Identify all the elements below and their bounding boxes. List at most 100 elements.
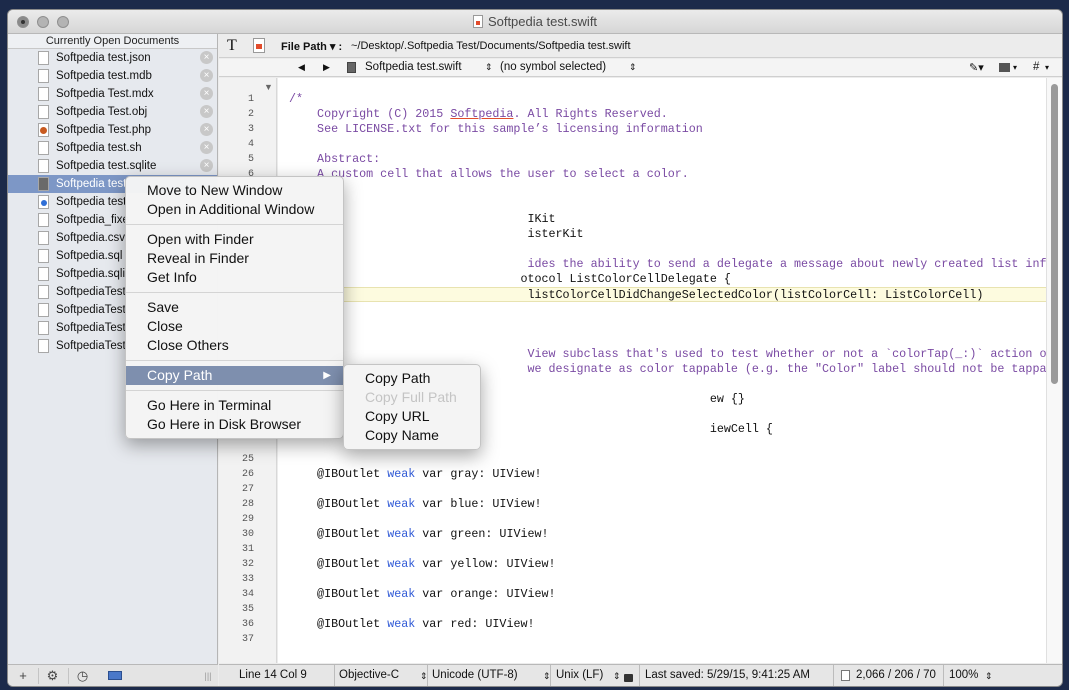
stack-chevron-icon[interactable]: ▾ (1013, 63, 1017, 72)
file-item[interactable]: Softpedia Test.php × (8, 121, 217, 139)
file-item[interactable]: Softpedia test.sh × (8, 139, 217, 157)
encoding-popup[interactable]: Unicode (UTF-8) (432, 669, 518, 681)
code-line[interactable]: ides the ability to send a delegate a me… (278, 257, 1046, 272)
menu-separator (126, 224, 343, 225)
code-line[interactable] (278, 572, 1046, 587)
zoom-chevron-icon[interactable]: ⇕ (985, 671, 993, 682)
pen-icon[interactable]: ✎▾ (969, 61, 984, 74)
file-item[interactable]: Softpedia test.mdb × (8, 67, 217, 85)
menu-item[interactable]: Get Info (126, 268, 343, 287)
view-toggle-icon[interactable] (106, 668, 124, 684)
swift-file-icon (347, 62, 356, 73)
file-name: Softpedia Test.obj (56, 106, 148, 118)
menu-item[interactable]: Move to New Window (126, 181, 343, 200)
code-line[interactable] (278, 317, 1046, 332)
line-number: 4 (247, 139, 254, 150)
code-line[interactable] (278, 482, 1046, 497)
code-line[interactable]: Copyright (C) 2015 Softpedia. All Rights… (278, 107, 1046, 122)
lock-icon[interactable] (624, 674, 633, 682)
text-tool-icon[interactable]: T (227, 37, 237, 55)
resize-grip-icon[interactable]: ||| (202, 668, 214, 684)
menu-item-label: Move to New Window (147, 182, 283, 198)
symbol-popup-chevron-icon[interactable]: ⇕ (629, 62, 637, 73)
code-line[interactable] (278, 137, 1046, 152)
close-document-icon[interactable]: × (200, 51, 213, 64)
code-line[interactable] (278, 452, 1046, 467)
code-line[interactable] (278, 182, 1046, 197)
file-name: Softpedia test (56, 196, 127, 208)
menu-item[interactable]: Go Here in Disk Browser (126, 415, 343, 434)
code-line[interactable] (278, 332, 1046, 347)
code-line[interactable] (278, 602, 1046, 617)
file-icon (38, 123, 49, 137)
code-line[interactable] (278, 302, 1046, 317)
symbol-popup[interactable]: (no symbol selected) (500, 61, 606, 73)
file-icon (38, 213, 49, 227)
add-document-button[interactable]: + (16, 668, 30, 684)
hash-chevron-icon[interactable]: ▾ (1045, 63, 1049, 72)
file-item[interactable]: Softpedia Test.obj × (8, 103, 217, 121)
zoom-level[interactable]: 100% (949, 669, 978, 681)
code-line[interactable] (278, 632, 1046, 647)
file-path-menu[interactable]: File Path ▾ : (281, 40, 342, 53)
vertical-scrollbar[interactable] (1046, 78, 1062, 663)
close-document-icon[interactable]: × (200, 69, 213, 82)
menu-item[interactable]: Copy Path ▶ (126, 366, 343, 385)
close-document-icon[interactable]: × (200, 87, 213, 100)
file-popup[interactable]: Softpedia test.swift (365, 61, 462, 73)
code-line[interactable]: See LICENSE.txt for this sample’s licens… (278, 122, 1046, 137)
back-arrow-icon[interactable]: ◀ (298, 62, 305, 73)
code-line[interactable]: @IBOutlet weak var red: UIView! (278, 617, 1046, 632)
code-line[interactable]: @IBOutlet weak var blue: UIView! (278, 497, 1046, 512)
submenu-item[interactable]: Copy Path (344, 369, 480, 388)
code-line[interactable]: @IBOutlet weak var orange: UIView! (278, 587, 1046, 602)
code-line[interactable] (278, 542, 1046, 557)
code-line[interactable]: A custom cell that allows the user to se… (278, 167, 1046, 182)
code-line[interactable]: View subclass that's used to test whethe… (278, 347, 1046, 362)
code-line[interactable]: otocol ListColorCellDelegate { (278, 272, 1046, 287)
menu-item[interactable]: Open with Finder (126, 230, 343, 249)
code-line[interactable]: @IBOutlet weak var yellow: UIView! (278, 557, 1046, 572)
code-line[interactable]: isterKit (278, 227, 1046, 242)
code-line[interactable]: /* (278, 92, 1046, 107)
code-line[interactable]: @IBOutlet weak var green: UIView! (278, 527, 1046, 542)
close-document-icon[interactable]: × (200, 159, 213, 172)
stack-icon[interactable] (999, 63, 1010, 72)
clock-icon[interactable]: ◷ (68, 668, 96, 684)
code-line[interactable]: @IBOutlet weak var gray: UIView! (278, 467, 1046, 482)
line-endings-chevron-icon[interactable]: ⇕ (613, 671, 621, 682)
code-line[interactable] (278, 512, 1046, 527)
file-item[interactable]: Softpedia test.sqlite × (8, 157, 217, 175)
close-document-icon[interactable]: × (200, 123, 213, 136)
hash-icon[interactable]: # (1033, 61, 1039, 73)
menu-item[interactable]: Go Here in Terminal (126, 396, 343, 415)
submenu-item[interactable]: Copy URL (344, 407, 480, 426)
file-popup-chevron-icon[interactable]: ⇕ (485, 62, 493, 73)
line-endings-popup[interactable]: Unix (LF) (556, 669, 603, 681)
submenu-item[interactable]: Copy Name (344, 426, 480, 445)
fold-triangle-icon[interactable]: ▼ (264, 82, 273, 92)
file-icon (38, 177, 49, 191)
menu-item[interactable]: Close (126, 317, 343, 336)
close-document-icon[interactable]: × (200, 105, 213, 118)
menu-item[interactable]: Reveal in Finder (126, 249, 343, 268)
line-number: 34 (241, 589, 254, 600)
code-line[interactable] (278, 242, 1046, 257)
language-popup[interactable]: Objective-C (339, 669, 399, 681)
file-item[interactable]: Softpedia Test.mdx × (8, 85, 217, 103)
gear-icon[interactable]: ⚙ (38, 668, 66, 684)
menu-item[interactable]: Open in Additional Window (126, 200, 343, 219)
file-item[interactable]: Softpedia test.json × (8, 49, 217, 67)
forward-arrow-icon[interactable]: ▶ (323, 62, 330, 73)
file-path-value: ~/Desktop/.Softpedia Test/Documents/Soft… (351, 40, 631, 52)
file-icon (38, 141, 49, 155)
code-line[interactable]: IKit (278, 212, 1046, 227)
close-document-icon[interactable]: × (200, 141, 213, 154)
code-line[interactable]: listColorCellDidChangeSelectedColor(list… (278, 287, 1046, 302)
scroll-thumb[interactable] (1051, 84, 1058, 384)
menu-item[interactable]: Save (126, 298, 343, 317)
code-line[interactable] (278, 197, 1046, 212)
pdf-icon[interactable] (253, 38, 265, 53)
code-line[interactable]: Abstract: (278, 152, 1046, 167)
menu-item[interactable]: Close Others (126, 336, 343, 355)
